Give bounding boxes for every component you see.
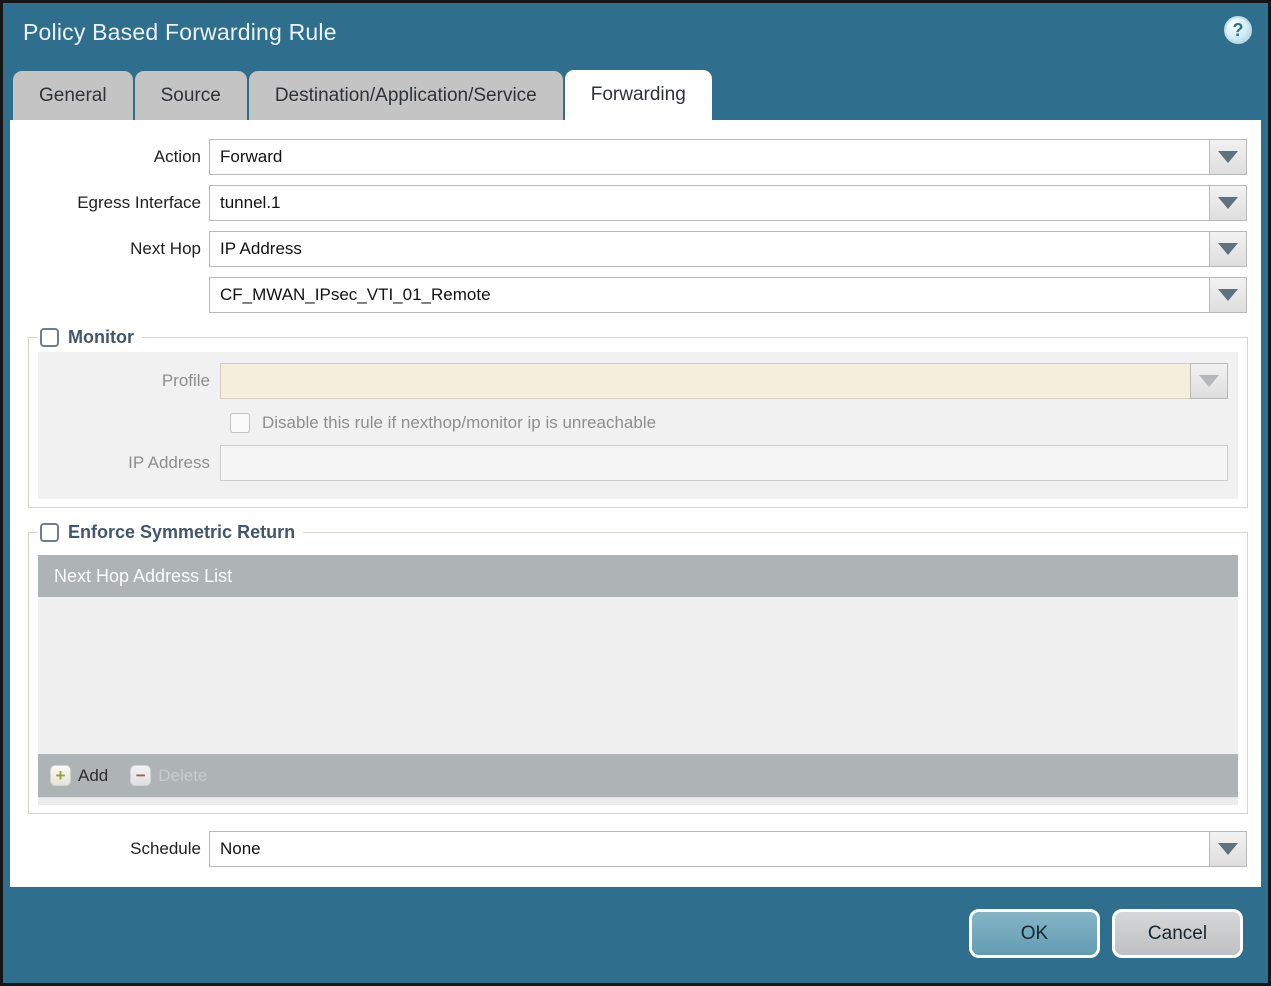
next-hop-address-list-table: Next Hop Address List + Add − Delete [38,555,1238,805]
schedule-input[interactable] [209,831,1209,867]
egress-interface-input[interactable] [209,185,1209,221]
next-hop-address-dropdown-button[interactable] [1209,277,1247,313]
action-label: Action [153,147,201,166]
chevron-down-icon [1218,243,1238,255]
tab-general[interactable]: General [13,71,133,120]
monitor-legend: Monitor [38,327,142,348]
cancel-button[interactable]: Cancel [1112,909,1243,958]
tab-destination-application-service[interactable]: Destination/Application/Service [248,71,563,120]
monitor-ip-address-row: IP Address [38,445,1228,481]
next-hop-address-list-body[interactable] [38,597,1238,754]
enforce-symmetric-return-fieldset: Enforce Symmetric Return Next Hop Addres… [28,522,1248,814]
egress-interface-dropdown-button[interactable] [1209,185,1247,221]
ok-button[interactable]: OK [969,909,1100,958]
tab-bar: General Source Destination/Application/S… [13,70,1258,120]
next-hop-label: Next Hop [130,239,201,258]
next-hop-type-input[interactable] [209,231,1209,267]
chevron-down-icon [1199,375,1219,387]
schedule-dropdown-button[interactable] [1209,831,1247,867]
delete-minus-icon: − [130,765,152,786]
egress-interface-label: Egress Interface [77,193,201,212]
next-hop-type-dropdown-button[interactable] [1209,231,1247,267]
dialog-title: Policy Based Forwarding Rule [23,19,337,45]
next-hop-row: Next Hop [13,231,1247,267]
profile-dropdown-button [1190,363,1228,399]
chevron-down-icon [1218,289,1238,301]
dialog-titlebar: Policy Based Forwarding Rule ? [3,3,1268,67]
delete-button-label: Delete [158,765,208,785]
schedule-row: Schedule [13,831,1247,867]
monitor-fieldset: Monitor Profile Disable this rule if nex… [28,327,1248,508]
disable-rule-row: Disable this rule if nexthop/monitor ip … [230,413,1238,433]
action-dropdown-button[interactable] [1209,139,1247,175]
enforce-symmetric-return-legend: Enforce Symmetric Return [38,522,303,543]
next-hop-address-row [13,277,1247,313]
monitor-legend-label: Monitor [68,327,134,347]
next-hop-address-list-toolbar: + Add − Delete [38,754,1238,797]
help-icon[interactable]: ? [1224,16,1252,44]
enforce-symmetric-return-legend-label: Enforce Symmetric Return [68,522,296,542]
delete-button: − Delete [130,765,207,786]
next-hop-address-list-header: Next Hop Address List [38,555,1238,597]
table-scrollbar-track[interactable] [38,797,1238,805]
schedule-label: Schedule [130,839,201,858]
next-hop-address-input[interactable] [209,277,1209,313]
monitor-panel: Profile Disable this rule if nexthop/mon… [38,352,1238,499]
action-row: Action [13,139,1247,175]
forwarding-tab-panel: Action Egress Interface Next Hop [10,120,1261,887]
disable-rule-checkbox [230,413,250,433]
chevron-down-icon [1218,151,1238,163]
add-button-label: Add [78,765,109,785]
profile-label: Profile [161,371,210,390]
monitor-ip-address-input [220,445,1228,481]
add-button[interactable]: + Add [50,765,108,786]
chevron-down-icon [1218,843,1238,855]
dialog-footer: OK Cancel [3,884,1268,983]
enforce-symmetric-return-checkbox[interactable] [40,523,59,542]
action-input[interactable] [209,139,1209,175]
add-plus-icon: + [50,765,71,786]
policy-based-forwarding-dialog: Policy Based Forwarding Rule ? General S… [0,0,1271,986]
monitor-ip-address-label: IP Address [128,453,210,472]
egress-interface-row: Egress Interface [13,185,1247,221]
chevron-down-icon [1218,197,1238,209]
profile-row: Profile [38,363,1228,399]
disable-rule-label: Disable this rule if nexthop/monitor ip … [262,413,657,432]
tab-forwarding[interactable]: Forwarding [564,70,712,120]
monitor-checkbox[interactable] [40,328,59,347]
profile-input [220,363,1190,399]
tab-source[interactable]: Source [134,71,247,120]
